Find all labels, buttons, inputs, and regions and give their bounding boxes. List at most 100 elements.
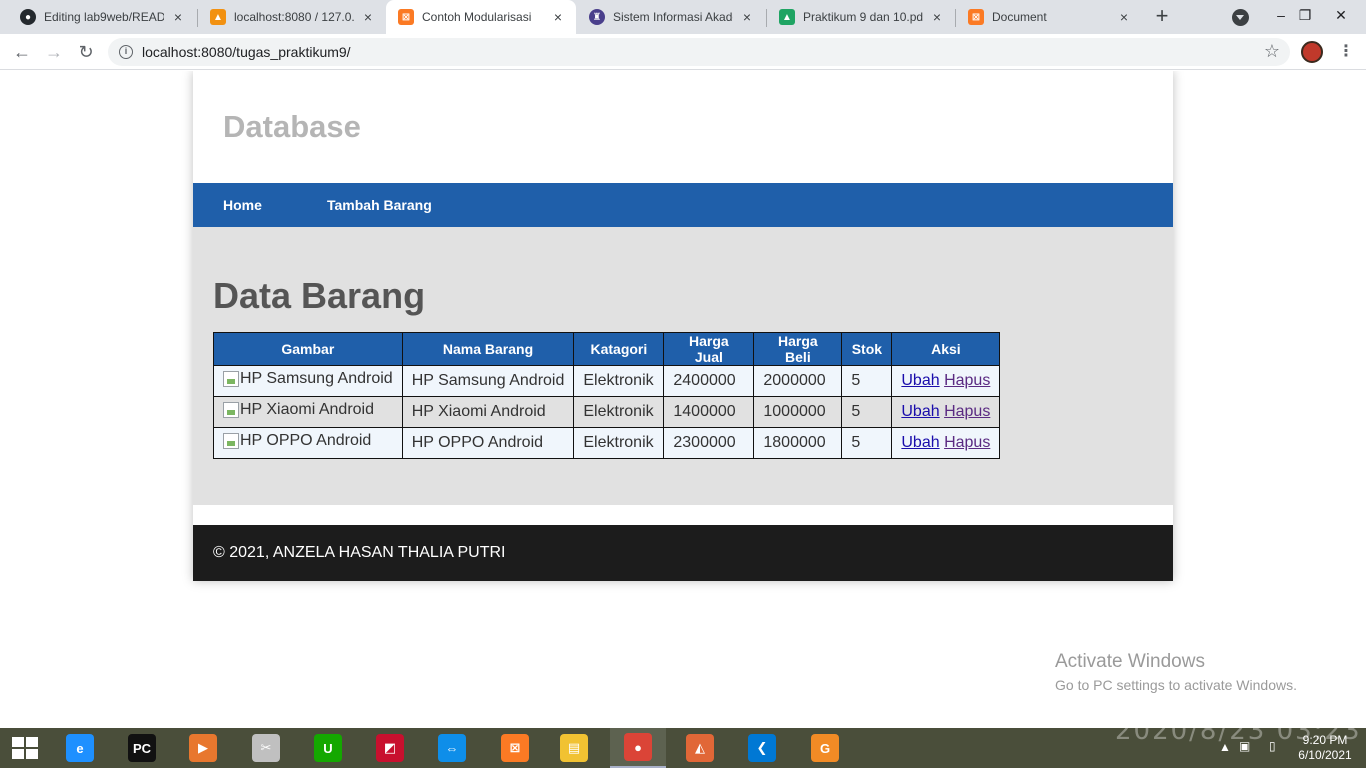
- cell-aksi: Ubah Hapus: [891, 427, 1001, 459]
- watermark-subtitle: Go to PC settings to activate Windows.: [1055, 677, 1297, 693]
- site-header: Database: [193, 71, 1173, 183]
- image-alt-text: HP Xiaomi Android: [240, 401, 374, 418]
- cell-stok: 5: [841, 396, 893, 428]
- main-content: Data Barang Gambar Nama Barang Katagori …: [193, 227, 1173, 505]
- taskbar-clock[interactable]: 9:20 PM 6/10/2021: [1290, 733, 1360, 763]
- page-container: Database Home Tambah Barang Data Barang …: [193, 71, 1173, 581]
- close-icon[interactable]: ×: [360, 9, 376, 25]
- tab-github[interactable]: ● Editing lab9web/READM ×: [8, 0, 196, 34]
- watermark-title: Activate Windows: [1055, 651, 1205, 672]
- close-icon[interactable]: ×: [1116, 9, 1132, 25]
- cell-kategori: Elektronik: [573, 365, 665, 397]
- cell-harga-jual: 2300000: [663, 427, 755, 459]
- taskbar-app-xampp[interactable]: ⊠: [487, 728, 543, 768]
- tab-contoh-modularisasi[interactable]: ⊠ Contoh Modularisasi ×: [386, 0, 576, 34]
- xampp-icon: ⊠: [398, 9, 414, 25]
- snipping-tool-icon: ✂: [252, 734, 280, 762]
- site-title: Database: [223, 109, 361, 144]
- clock-time: 9:20 PM: [1302, 733, 1348, 747]
- table-row: HP Xiaomi Android HP Xiaomi Android Elek…: [213, 396, 1001, 428]
- table-row: HP OPPO Android HP OPPO Android Elektron…: [213, 427, 1001, 459]
- taskbar-app-presentation[interactable]: ◩: [362, 728, 418, 768]
- hapus-link[interactable]: Hapus: [944, 372, 990, 389]
- table-row: HP Samsung Android HP Samsung Android El…: [213, 365, 1001, 397]
- taskbar-app-media-player[interactable]: ▶: [175, 728, 231, 768]
- nav-home[interactable]: Home: [223, 197, 262, 213]
- matlab-icon: ◭: [686, 734, 714, 762]
- windows-start-icon[interactable]: [12, 737, 38, 759]
- product-image: HP Samsung Android: [223, 370, 393, 388]
- cell-gambar: HP Samsung Android: [213, 365, 403, 397]
- footer-copyright: © 2021, ANZELA HASAN THALIA PUTRI: [213, 544, 506, 561]
- media-player-icon: ▶: [189, 734, 217, 762]
- image-alt-text: HP OPPO Android: [240, 432, 372, 449]
- ubah-link[interactable]: Ubah: [901, 434, 939, 451]
- cell-aksi: Ubah Hapus: [891, 396, 1001, 428]
- tray-expand-icon[interactable]: ▲: [1219, 740, 1231, 754]
- taskbar-app-internet-explorer[interactable]: e: [52, 728, 108, 768]
- reload-icon[interactable]: ↻: [74, 40, 98, 64]
- info-icon[interactable]: i: [119, 45, 133, 59]
- address-bar[interactable]: i localhost:8080/tugas_praktikum9/ ☆: [108, 38, 1290, 66]
- back-icon[interactable]: ←: [10, 40, 34, 64]
- tab-document[interactable]: ⊠ Document ×: [956, 0, 1142, 34]
- tab-praktikum-pdf[interactable]: ▲ Praktikum 9 dan 10.pdf ×: [767, 0, 955, 34]
- nav-tambah-barang[interactable]: Tambah Barang: [327, 197, 432, 213]
- close-icon[interactable]: ×: [550, 9, 566, 25]
- taskbar-app-chrome[interactable]: ●: [610, 728, 666, 768]
- taskbar-app-file-explorer[interactable]: ▤: [546, 728, 602, 768]
- taskbar-app-pycharm[interactable]: PC: [114, 728, 170, 768]
- tab-search-icon[interactable]: [1232, 9, 1249, 26]
- battery-icon[interactable]: ▯: [1269, 739, 1276, 753]
- col-kategori: Katagori: [573, 332, 665, 366]
- taskbar-app-teamviewer[interactable]: ⇔: [424, 728, 480, 768]
- phpmyadmin-icon: ▲: [210, 9, 226, 25]
- cell-harga-beli: 1800000: [753, 427, 843, 459]
- network-icon[interactable]: ▣: [1239, 739, 1250, 753]
- url-text[interactable]: localhost:8080/tugas_praktikum9/: [142, 44, 351, 60]
- taskbar-app-vscode[interactable]: ❮: [734, 728, 790, 768]
- cell-stok: 5: [841, 365, 893, 397]
- xampp-icon: ⊠: [968, 9, 984, 25]
- more-menu-icon[interactable]: ⋮: [1336, 42, 1356, 62]
- profile-avatar[interactable]: [1301, 41, 1323, 63]
- broken-image-icon: [223, 402, 239, 418]
- site-footer: © 2021, ANZELA HASAN THALIA PUTRI: [193, 525, 1173, 581]
- close-icon[interactable]: ×: [170, 9, 186, 25]
- product-image: HP Xiaomi Android: [223, 401, 374, 419]
- pycharm-icon: PC: [128, 734, 156, 762]
- ubah-link[interactable]: Ubah: [901, 372, 939, 389]
- teamviewer-icon: ⇔: [438, 734, 466, 762]
- hapus-link[interactable]: Hapus: [944, 403, 990, 420]
- file-explorer-icon: ▤: [560, 734, 588, 762]
- bookmark-star-icon[interactable]: ☆: [1264, 41, 1280, 62]
- col-harga-jual: Harga Jual: [663, 332, 755, 366]
- window-close-button[interactable]: ✕: [1318, 0, 1364, 34]
- ubah-link[interactable]: Ubah: [901, 403, 939, 420]
- image-alt-text: HP Samsung Android: [240, 370, 393, 387]
- vscode-icon: ❮: [748, 734, 776, 762]
- new-tab-button[interactable]: +: [1150, 5, 1174, 29]
- upwork-icon: U: [314, 734, 342, 762]
- cell-stok: 5: [841, 427, 893, 459]
- internet-explorer-icon: e: [66, 734, 94, 762]
- tab-title: Editing lab9web/READM: [44, 10, 164, 24]
- presentation-icon: ◩: [376, 734, 404, 762]
- close-icon[interactable]: ×: [929, 9, 945, 25]
- col-harga-beli: Harga Beli: [753, 332, 843, 366]
- forward-icon[interactable]: →: [42, 40, 66, 64]
- col-stok: Stok: [841, 332, 893, 366]
- hapus-link[interactable]: Hapus: [944, 434, 990, 451]
- taskbar-app-upwork[interactable]: U: [300, 728, 356, 768]
- close-icon[interactable]: ×: [739, 9, 755, 25]
- pdf-icon: G: [811, 734, 839, 762]
- taskbar-app-pdf[interactable]: G: [797, 728, 853, 768]
- xampp-icon: ⊠: [501, 734, 529, 762]
- taskbar-app-snipping-tool[interactable]: ✂: [238, 728, 294, 768]
- taskbar-app-matlab[interactable]: ◭: [672, 728, 728, 768]
- tab-phpmyadmin[interactable]: ▲ localhost:8080 / 127.0.0 ×: [198, 0, 386, 34]
- browser-toolbar: ← → ↻ i localhost:8080/tugas_praktikum9/…: [0, 34, 1366, 70]
- cell-harga-jual: 2400000: [663, 365, 755, 397]
- tab-title: Sistem Informasi Akade: [613, 10, 733, 24]
- tab-sistem-informasi[interactable]: ♜ Sistem Informasi Akade ×: [577, 0, 765, 34]
